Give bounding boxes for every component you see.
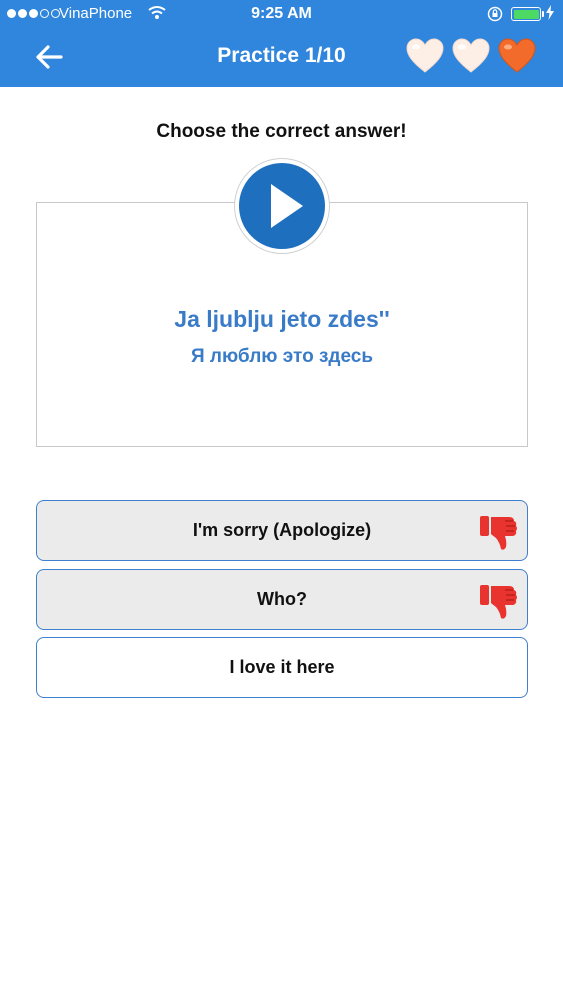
phrase-cyrillic: Я люблю это здесь <box>190 346 374 367</box>
pale-heart-icon <box>452 38 490 73</box>
answer-option-label: I love it here <box>229 657 335 677</box>
thumbs-down-icon <box>480 516 517 550</box>
answer-option-label: Who? <box>257 589 307 609</box>
play-audio-button[interactable] <box>235 159 329 253</box>
status-bar: VinaPhone 9:25 AM <box>0 0 563 28</box>
question-prompt: Choose the correct answer! <box>156 121 407 142</box>
practice-screen: VinaPhone 9:25 AM Practice 1/10 Choose t… <box>0 0 563 1000</box>
phrase-transliteration: Ja ljublju jeto zdes'' <box>174 306 390 332</box>
answer-option-label: I'm sorry (Apologize) <box>192 520 372 540</box>
rotation-lock-icon <box>487 6 503 26</box>
play-icon <box>271 184 303 228</box>
thumbs-down-icon <box>480 585 517 619</box>
charging-icon <box>546 5 554 24</box>
status-time: 9:25 AM <box>251 5 312 22</box>
answer-option-2[interactable]: Who? <box>36 569 528 630</box>
pale-heart-icon <box>406 38 444 73</box>
header: VinaPhone 9:25 AM Practice 1/10 <box>0 0 563 87</box>
answer-option-1[interactable]: I'm sorry (Apologize) <box>36 500 528 561</box>
orange-heart-icon <box>498 38 536 73</box>
answer-option-3[interactable]: I love it here <box>36 637 528 698</box>
lives-indicator <box>406 38 536 74</box>
battery-icon <box>511 7 544 21</box>
